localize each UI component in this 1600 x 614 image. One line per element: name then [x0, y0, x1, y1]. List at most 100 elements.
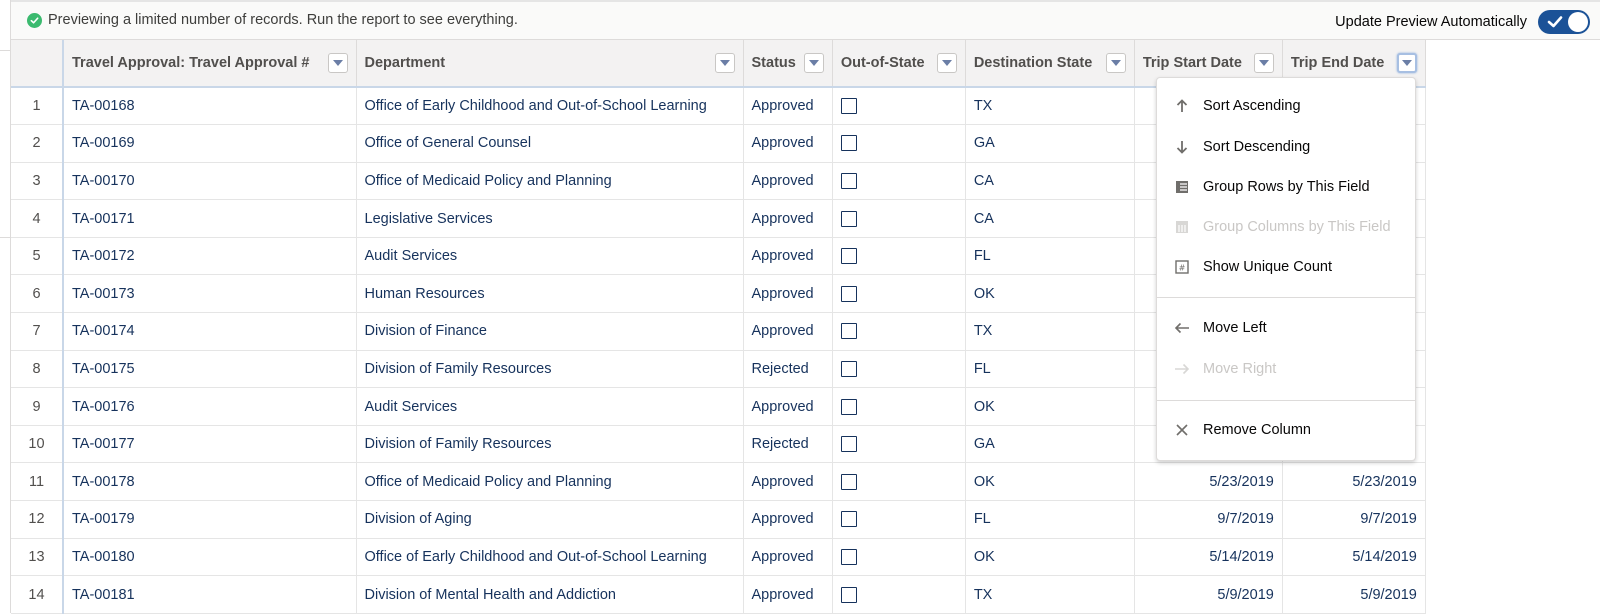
column-header-label: Destination State — [973, 55, 1093, 71]
cell-trip-start: 5/14/2019 — [1134, 538, 1283, 577]
column-header-department: Department — [356, 40, 744, 88]
column-menu-button[interactable] — [1396, 53, 1417, 73]
arrow-up-icon — [1173, 97, 1191, 115]
column-menu-button[interactable] — [327, 53, 348, 73]
out-of-state-checkbox — [840, 511, 857, 528]
cell-id: TA-00174 — [63, 312, 357, 351]
row-number: 8 — [11, 350, 64, 389]
cell-id: TA-00181 — [63, 575, 357, 614]
menu-item-show-unique-count[interactable]: # Show Unique Count — [1157, 250, 1415, 284]
cell-destination-state: FL — [965, 237, 1135, 276]
menu-item-label: Move Left — [1203, 320, 1267, 336]
cell-status: Approved — [743, 162, 833, 201]
cell-destination-state: GA — [965, 425, 1135, 464]
column-header-content: Destination State — [974, 53, 1126, 73]
column-header-rownum — [11, 40, 64, 88]
menu-item-group-rows-by-this-field[interactable]: Group Rows by This Field — [1157, 170, 1415, 204]
menu-item-move-left[interactable]: Move Left — [1157, 311, 1415, 345]
cell-destination-state: TX — [965, 575, 1135, 614]
group-rows-icon — [1173, 178, 1191, 196]
chevron-down-icon — [332, 60, 343, 66]
cell-department: Audit Services — [356, 387, 744, 426]
divider — [0, 237, 11, 238]
out-of-state-checkbox — [840, 248, 857, 265]
cell-department: Division of Family Resources — [356, 425, 744, 464]
cell-out-of-state — [832, 274, 966, 314]
menu-item-label: Show Unique Count — [1203, 259, 1332, 275]
cell-trip-end: 5/14/2019 — [1282, 538, 1426, 577]
cell-department: Office of Early Childhood and Out-of-Sch… — [356, 87, 744, 126]
out-of-state-checkbox — [840, 98, 857, 115]
out-of-state-checkbox — [840, 285, 857, 302]
cell-status: Approved — [743, 500, 833, 539]
cell-out-of-state — [832, 87, 966, 126]
cell-status: Approved — [743, 538, 833, 577]
menu-item-sort-descending[interactable]: Sort Descending — [1157, 130, 1415, 164]
cell-status: Approved — [743, 575, 833, 614]
out-of-state-checkbox — [840, 135, 857, 152]
cell-trip-start: 9/7/2019 — [1134, 500, 1283, 539]
auto-update-label: Update Preview Automatically — [1335, 14, 1527, 30]
row-number: 12 — [11, 500, 64, 539]
column-header-label: Status — [751, 55, 796, 71]
cell-out-of-state — [832, 124, 966, 163]
column-menu-button[interactable] — [1105, 53, 1126, 73]
cell-trip-start: 5/23/2019 — [1134, 462, 1283, 502]
cell-id: TA-00173 — [63, 274, 357, 314]
cell-department: Legislative Services — [356, 199, 744, 238]
cell-out-of-state — [832, 425, 966, 464]
cell-out-of-state — [832, 500, 966, 539]
cell-out-of-state — [832, 350, 966, 389]
row-number: 1 — [11, 87, 64, 126]
out-of-state-checkbox — [840, 323, 857, 340]
cell-out-of-state — [832, 462, 966, 502]
report-preview: Previewing a limited number of records. … — [0, 0, 1600, 614]
cell-id: TA-00176 — [63, 387, 357, 426]
cell-out-of-state — [832, 387, 966, 426]
cell-department: Human Resources — [356, 274, 744, 314]
cell-id: TA-00175 — [63, 350, 357, 389]
preview-notice-text: Previewing a limited number of records. … — [48, 12, 518, 28]
menu-item-remove-column[interactable]: Remove Column — [1157, 413, 1415, 447]
cell-destination-state: OK — [965, 387, 1135, 426]
cell-out-of-state — [832, 575, 966, 614]
menu-item-group-columns-by-this-field: Group Columns by This Field — [1157, 210, 1415, 244]
column-menu: Sort Ascending Sort Descending Group Rows … — [1156, 77, 1416, 461]
column-header-content: Out-of-State — [841, 53, 957, 73]
column-menu-button[interactable] — [714, 53, 735, 73]
cell-id: TA-00171 — [63, 199, 357, 238]
column-header-destination-state: Destination State — [965, 40, 1135, 88]
row-number: 7 — [11, 312, 64, 351]
menu-divider — [1157, 297, 1415, 298]
column-menu-button[interactable] — [1253, 53, 1274, 73]
column-menu-button[interactable] — [803, 53, 824, 73]
cell-id: TA-00177 — [63, 425, 357, 464]
cell-destination-state: FL — [965, 350, 1135, 389]
table-row: 12 TA-00179 Division of Aging Approved FL 9/7… — [11, 500, 1426, 539]
column-menu-button[interactable] — [936, 53, 957, 73]
column-header-content: Trip End Date — [1291, 53, 1417, 73]
checkmark-icon — [1547, 16, 1563, 28]
toggle-knob — [1568, 12, 1588, 32]
row-number: 13 — [11, 538, 64, 577]
success-check-icon — [27, 12, 42, 28]
cell-out-of-state — [832, 162, 966, 201]
auto-update-toggle[interactable] — [1538, 10, 1590, 34]
chevron-down-icon — [808, 60, 819, 66]
column-header-label: Trip End Date — [1290, 55, 1385, 71]
menu-item-sort-ascending[interactable]: Sort Ascending — [1157, 89, 1415, 123]
out-of-state-checkbox — [840, 586, 857, 603]
cell-status: Approved — [743, 387, 833, 426]
cell-destination-state: TX — [965, 312, 1135, 351]
menu-item-move-right: Move Right — [1157, 352, 1415, 386]
cell-id: TA-00170 — [63, 162, 357, 201]
cell-department: Office of General Counsel — [356, 124, 744, 163]
cell-status: Approved — [743, 87, 833, 126]
row-number: 3 — [11, 162, 64, 201]
row-number: 9 — [11, 387, 64, 426]
cell-department: Division of Finance — [356, 312, 744, 351]
cell-id: TA-00169 — [63, 124, 357, 163]
table-row: 13 TA-00180 Office of Early Childhood and … — [11, 538, 1426, 577]
cell-status: Approved — [743, 462, 833, 502]
row-number: 14 — [11, 575, 64, 614]
